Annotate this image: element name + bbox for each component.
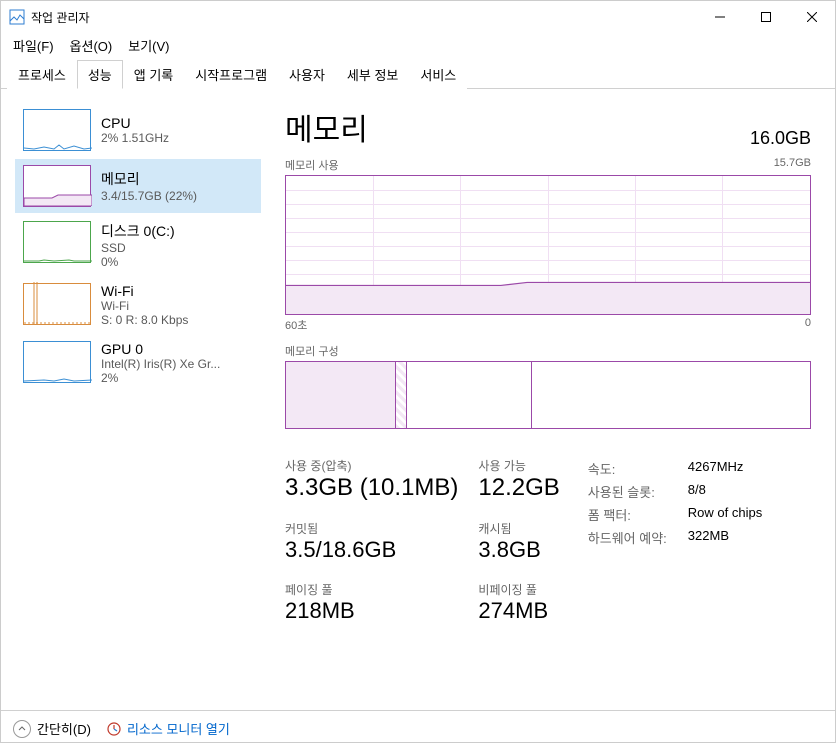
menu-file[interactable]: 파일(F) xyxy=(7,34,60,57)
disk-thumbnail xyxy=(23,221,91,263)
fewer-details-button[interactable]: 간단히(D) xyxy=(13,719,91,738)
window-controls xyxy=(697,1,835,33)
sidebar-item-sub: Wi-Fi xyxy=(101,299,188,313)
chevron-up-icon xyxy=(13,720,31,738)
tab-details[interactable]: 세부 정보 xyxy=(336,60,409,89)
content: CPU 2% 1.51GHz 메모리 3.4/15.7GB (22%) 디스크 … xyxy=(1,89,835,710)
sidebar-item-label: 디스크 0(C:) xyxy=(101,221,175,241)
slots-value: 8/8 xyxy=(688,480,706,503)
paged-value: 218MB xyxy=(285,598,458,624)
titlebar: 작업 관리자 xyxy=(1,1,835,33)
sidebar-item-label: 메모리 xyxy=(101,169,197,189)
chart1-max: 15.7GB xyxy=(774,157,811,173)
sidebar-item-cpu[interactable]: CPU 2% 1.51GHz xyxy=(15,103,261,157)
composition-modified xyxy=(396,362,406,428)
composition-free xyxy=(532,362,810,428)
sidebar-item-sub2: 0% xyxy=(101,255,175,269)
tab-processes[interactable]: 프로세스 xyxy=(7,60,77,89)
in-use-value: 3.3GB (10.1MB) xyxy=(285,474,458,502)
stats-area: 사용 중(압축) 3.3GB (10.1MB) 커밋됨 3.5/18.6GB 페… xyxy=(285,457,811,624)
form-value: Row of chips xyxy=(688,503,762,526)
slots-label: 사용된 슬롯: xyxy=(588,480,688,503)
speed-label: 속도: xyxy=(588,457,688,480)
sidebar-item-label: Wi-Fi xyxy=(101,283,188,299)
paged-label: 페이징 풀 xyxy=(285,581,458,598)
form-label: 폼 팩터: xyxy=(588,503,688,526)
tab-services[interactable]: 서비스 xyxy=(409,60,467,89)
composition-in-use xyxy=(286,362,396,428)
menu-view[interactable]: 보기(V) xyxy=(122,34,175,57)
chart2-label: 메모리 구성 xyxy=(285,343,339,359)
resource-monitor-label: 리소스 모니터 열기 xyxy=(127,719,230,738)
sidebar-item-memory[interactable]: 메모리 3.4/15.7GB (22%) xyxy=(15,159,261,213)
sidebar-item-label: GPU 0 xyxy=(101,341,220,357)
reserved-label: 하드웨어 예약: xyxy=(588,526,688,549)
memory-thumbnail xyxy=(23,165,91,207)
sidebar-item-sub2: 2% xyxy=(101,371,220,385)
memory-usage-chart[interactable] xyxy=(285,175,811,315)
sidebar-item-sub: Intel(R) Iris(R) Xe Gr... xyxy=(101,357,220,371)
tab-app-history[interactable]: 앱 기록 xyxy=(123,60,185,89)
chart1-xmax: 0 xyxy=(805,317,811,333)
chart1-label: 메모리 사용 xyxy=(285,157,339,173)
sidebar-item-sub: SSD xyxy=(101,241,175,255)
window-title: 작업 관리자 xyxy=(31,9,697,26)
available-value: 12.2GB xyxy=(478,474,559,502)
app-icon xyxy=(9,9,25,25)
speed-value: 4267MHz xyxy=(688,457,744,480)
nonpaged-label: 비페이징 풀 xyxy=(478,581,559,598)
committed-label: 커밋됨 xyxy=(285,520,458,537)
committed-value: 3.5/18.6GB xyxy=(285,537,458,563)
tab-startup[interactable]: 시작프로그램 xyxy=(184,60,278,89)
wifi-thumbnail xyxy=(23,283,91,325)
chart1-xmin: 60초 xyxy=(285,317,307,333)
sidebar-item-sub2: S: 0 R: 8.0 Kbps xyxy=(101,313,188,327)
reserved-value: 322MB xyxy=(688,526,729,549)
cached-value: 3.8GB xyxy=(478,537,559,563)
sidebar: CPU 2% 1.51GHz 메모리 3.4/15.7GB (22%) 디스크 … xyxy=(1,89,261,710)
memory-composition-chart[interactable] xyxy=(285,361,811,429)
footer: 간단히(D) 리소스 모니터 열기 xyxy=(1,710,835,746)
cached-label: 캐시됨 xyxy=(478,520,559,537)
sidebar-item-sub: 2% 1.51GHz xyxy=(101,131,169,145)
sidebar-item-sub: 3.4/15.7GB (22%) xyxy=(101,189,197,203)
resource-monitor-link[interactable]: 리소스 모니터 열기 xyxy=(107,719,230,738)
sidebar-item-gpu[interactable]: GPU 0 Intel(R) Iris(R) Xe Gr... 2% xyxy=(15,335,261,391)
close-button[interactable] xyxy=(789,1,835,33)
cpu-thumbnail xyxy=(23,109,91,151)
page-title: 메모리 xyxy=(285,105,368,149)
in-use-label: 사용 중(압축) xyxy=(285,457,458,474)
minimize-button[interactable] xyxy=(697,1,743,33)
memory-info-table: 속도:4267MHz 사용된 슬롯:8/8 폼 팩터:Row of chips … xyxy=(588,457,762,549)
sidebar-item-wifi[interactable]: Wi-Fi Wi-Fi S: 0 R: 8.0 Kbps xyxy=(15,277,261,333)
resource-monitor-icon xyxy=(107,722,121,736)
available-label: 사용 가능 xyxy=(478,457,559,474)
composition-standby xyxy=(407,362,533,428)
tab-users[interactable]: 사용자 xyxy=(278,60,336,89)
nonpaged-value: 274MB xyxy=(478,598,559,624)
menu-options[interactable]: 옵션(O) xyxy=(64,34,119,57)
main-panel: 메모리 16.0GB 메모리 사용 15.7GB 60초 0 메모리 구성 xyxy=(261,89,835,710)
memory-total: 16.0GB xyxy=(750,128,811,149)
tabbar: 프로세스 성능 앱 기록 시작프로그램 사용자 세부 정보 서비스 xyxy=(1,59,835,89)
tab-performance[interactable]: 성능 xyxy=(77,60,123,89)
gpu-thumbnail xyxy=(23,341,91,383)
fewer-details-label: 간단히(D) xyxy=(37,719,91,738)
maximize-button[interactable] xyxy=(743,1,789,33)
sidebar-item-disk[interactable]: 디스크 0(C:) SSD 0% xyxy=(15,215,261,275)
sidebar-item-label: CPU xyxy=(101,115,169,131)
menubar: 파일(F) 옵션(O) 보기(V) xyxy=(1,33,835,57)
